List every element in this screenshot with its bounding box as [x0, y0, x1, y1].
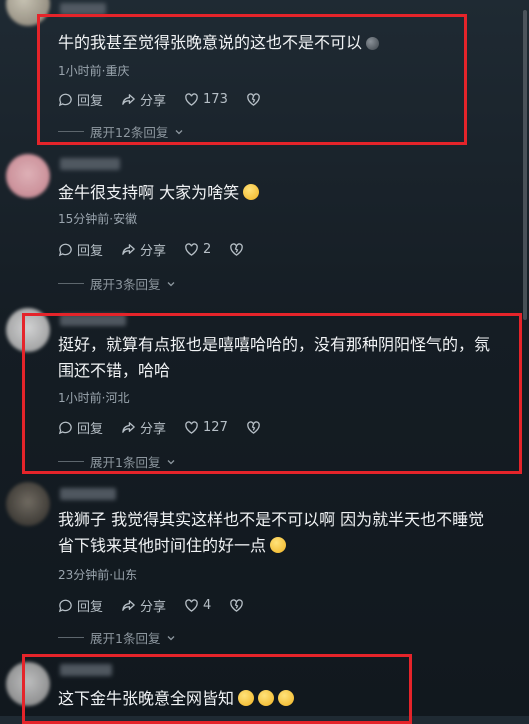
- reply-button[interactable]: 回复: [58, 596, 103, 615]
- avatar[interactable]: [6, 482, 50, 526]
- dislike-icon: [247, 421, 260, 434]
- chevron-down-icon: [167, 459, 175, 464]
- comment-text: 挺好，就算有点抠也是嘻嘻哈哈的，没有那种阴阳怪气的，氛 围还不错，哈哈: [58, 335, 491, 380]
- comment-actions: 回复 分享 2: [58, 240, 244, 259]
- reply-icon: [58, 421, 72, 435]
- comment-meta: 1小时前·重庆: [58, 64, 130, 78]
- comment-actions: 回复 分享 4: [58, 596, 244, 615]
- dislike-button[interactable]: [246, 92, 261, 107]
- comment-meta: 23分钟前·山东: [58, 568, 138, 582]
- dislike-button[interactable]: [246, 420, 261, 435]
- divider: [58, 461, 84, 462]
- laugh-emoji-icon: [270, 537, 287, 553]
- expand-replies[interactable]: 展开12条回复: [58, 122, 184, 141]
- avatar[interactable]: [6, 154, 50, 198]
- divider: [58, 131, 84, 132]
- username[interactable]: [60, 664, 112, 676]
- comment-actions: 回复 分享 173: [58, 90, 261, 109]
- dislike-icon: [230, 599, 244, 612]
- expand-replies[interactable]: 展开3条回复: [58, 274, 176, 293]
- heart-icon: [185, 93, 198, 106]
- dislike-icon: [247, 93, 260, 106]
- comment-item: 金牛很支持啊 大家为啥笑 15分钟前·安徽 回复 分享 2 展开3条回复: [0, 150, 529, 300]
- laugh-cry-emoji-icon: [238, 690, 255, 706]
- divider: [58, 637, 84, 638]
- comment-actions: 回复 分享 127: [58, 418, 261, 437]
- comment-item: 挺好，就算有点抠也是嘻嘻哈哈的，没有那种阴阳怪气的，氛 围还不错，哈哈 1小时前…: [0, 300, 529, 470]
- reply-icon: [58, 243, 72, 257]
- reply-icon: [58, 599, 72, 613]
- like-button[interactable]: 127: [184, 420, 228, 435]
- share-icon: [122, 600, 135, 611]
- dislike-icon: [230, 243, 244, 256]
- username[interactable]: [60, 3, 106, 15]
- share-button[interactable]: 分享: [121, 240, 166, 259]
- divider: [58, 283, 84, 284]
- smile-emoji-icon: [243, 184, 260, 200]
- like-button[interactable]: 4: [184, 598, 211, 613]
- comment-meta: 1小时前·河北: [58, 391, 130, 405]
- comment-meta: 15分钟前·安徽: [58, 212, 138, 226]
- laugh-cry-emoji-icon: [258, 690, 275, 706]
- reply-button[interactable]: 回复: [58, 418, 103, 437]
- chevron-down-icon: [167, 635, 175, 640]
- heart-icon: [185, 421, 198, 434]
- avatar[interactable]: [6, 0, 50, 26]
- comment-text: 我狮子 我觉得其实这样也不是不可以啊 因为就半天也不睡觉 省下钱来其他时间住的好…: [58, 510, 485, 555]
- reply-button[interactable]: 回复: [58, 240, 103, 259]
- comment-item: 这下金牛张晚意全网皆知: [0, 650, 529, 716]
- username[interactable]: [60, 488, 116, 500]
- heart-icon: [185, 599, 198, 612]
- expand-replies[interactable]: 展开1条回复: [58, 628, 176, 647]
- reply-button[interactable]: 回复: [58, 90, 103, 109]
- comment-item: 牛的我甚至觉得张晚意说的这也不是不可以 1小时前·重庆 回复 分享 173 展开…: [0, 0, 529, 150]
- share-icon: [122, 244, 135, 255]
- share-button[interactable]: 分享: [121, 418, 166, 437]
- chevron-down-icon: [167, 281, 175, 286]
- chevron-down-icon: [175, 129, 183, 134]
- emoji-icon: [366, 37, 380, 50]
- share-icon: [122, 422, 135, 433]
- reply-icon: [58, 93, 72, 107]
- share-icon: [122, 94, 135, 105]
- username[interactable]: [60, 314, 126, 326]
- heart-icon: [185, 243, 198, 256]
- username[interactable]: [60, 158, 120, 170]
- share-button[interactable]: 分享: [121, 596, 166, 615]
- comment-item: 我狮子 我觉得其实这样也不是不可以啊 因为就半天也不睡觉 省下钱来其他时间住的好…: [0, 470, 529, 650]
- avatar[interactable]: [6, 308, 50, 352]
- comment-text: 金牛很支持啊 大家为啥笑: [58, 180, 260, 206]
- dislike-button[interactable]: [229, 242, 244, 257]
- comment-text: 牛的我甚至觉得张晚意说的这也不是不可以: [58, 30, 380, 56]
- expand-replies[interactable]: 展开1条回复: [58, 452, 176, 471]
- comment-text: 这下金牛张晚意全网皆知: [58, 686, 295, 712]
- dislike-button[interactable]: [229, 598, 244, 613]
- like-button[interactable]: 2: [184, 242, 211, 257]
- share-button[interactable]: 分享: [121, 90, 166, 109]
- avatar[interactable]: [6, 662, 50, 706]
- laugh-cry-emoji-icon: [278, 690, 295, 706]
- like-button[interactable]: 173: [184, 92, 228, 107]
